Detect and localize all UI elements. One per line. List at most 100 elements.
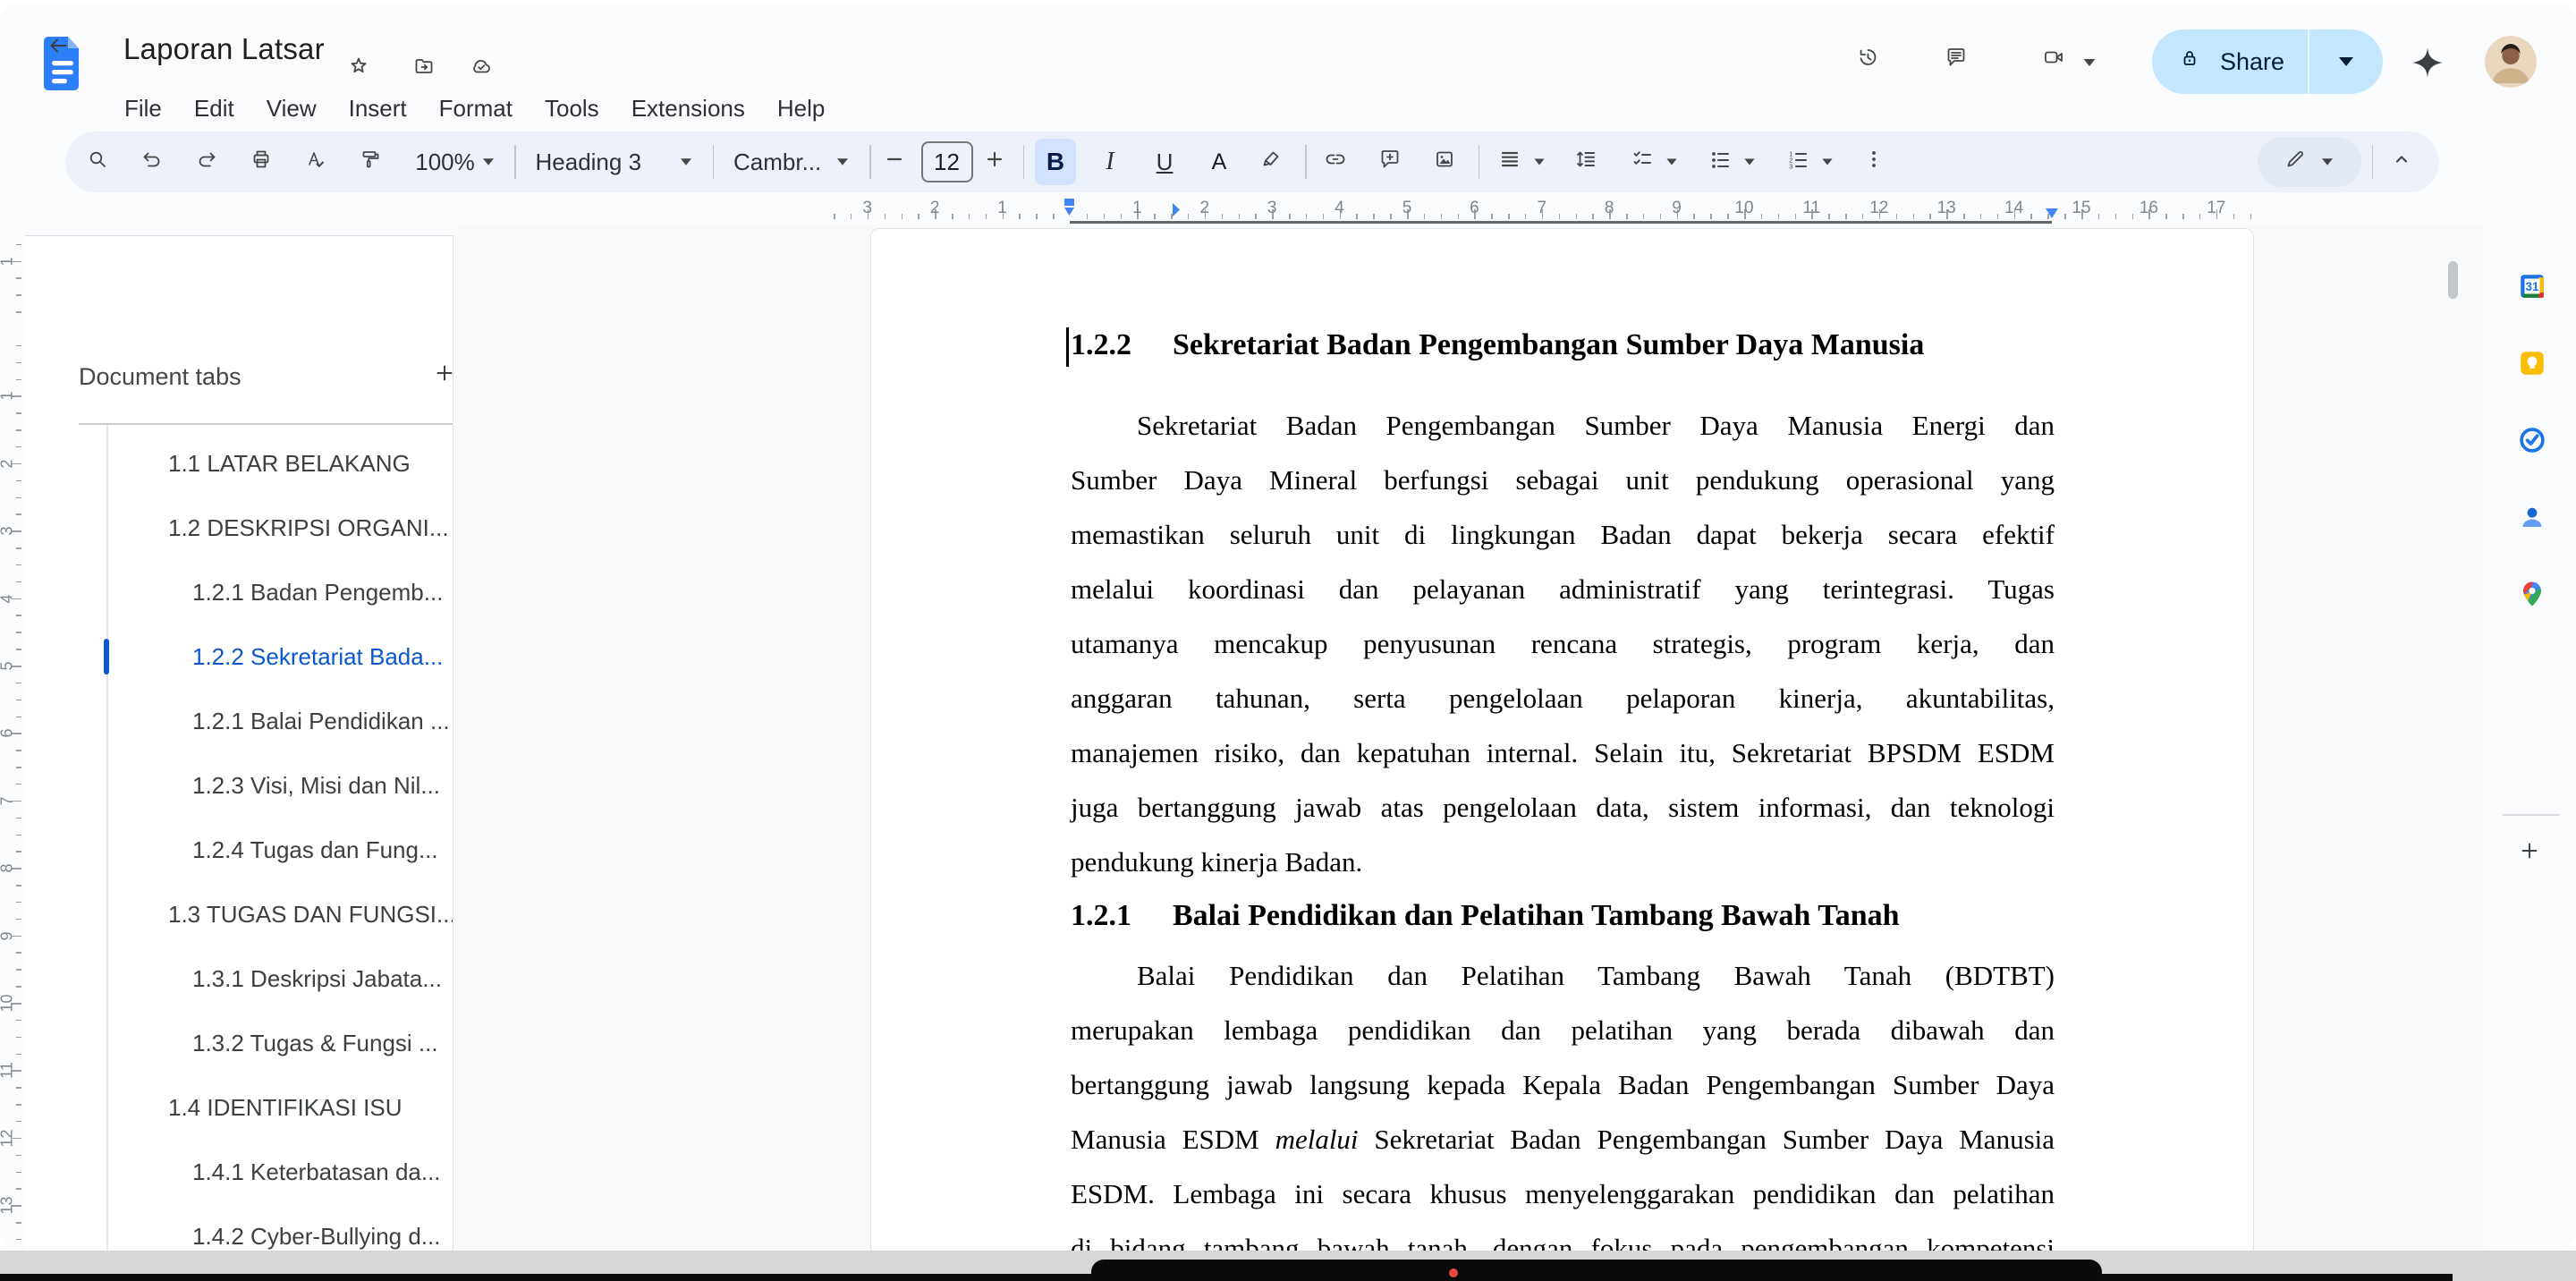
tab-item-label: 1.2.1 Badan Pengemb...: [25, 579, 443, 607]
star-icon[interactable]: [344, 52, 378, 86]
app-window: Laporan Latsar FileEdit View Insert Format T…: [0, 5, 2576, 1251]
bulleted-list-button[interactable]: [1700, 139, 1765, 185]
side-panel-divider: [2503, 814, 2560, 816]
tab-item-label: 1.2.2 Sekretariat Bada...: [25, 643, 443, 671]
spell-check-button[interactable]: [298, 139, 339, 185]
tab-item[interactable]: 1.2.4 Tugas dan Fung...: [25, 818, 453, 882]
decrease-font-size-button[interactable]: [882, 139, 912, 185]
document-title[interactable]: Laporan Latsar: [123, 32, 325, 66]
tab-item[interactable]: 1.3.2 Tugas & Fungsi ...: [25, 1011, 453, 1075]
right-indent-marker[interactable]: [2046, 207, 2058, 223]
tab-item[interactable]: 1.1 LATAR BELAKANG: [25, 431, 453, 496]
font-size-input[interactable]: 12: [921, 141, 973, 182]
text-color-button[interactable]: A: [1199, 139, 1240, 185]
meet-dropdown-caret[interactable]: [2084, 59, 2096, 66]
tab-item[interactable]: 1.3.1 Deskripsi Jabata...: [25, 946, 453, 1011]
hide-menus-button[interactable]: [2384, 139, 2425, 185]
italic-button[interactable]: I: [1089, 139, 1131, 185]
line-spacing-button[interactable]: [1568, 139, 1609, 185]
menu-view[interactable]: View: [255, 91, 328, 126]
menu-file[interactable]: File: [113, 91, 174, 126]
share-main[interactable]: Share: [2152, 30, 2308, 94]
redo-button[interactable]: [189, 139, 230, 185]
tab-item[interactable]: 1.4 IDENTIFIKASI ISU: [25, 1075, 453, 1140]
text-cursor: [1066, 327, 1069, 367]
paragraph-style-select[interactable]: Heading 3: [527, 139, 702, 185]
tabs-panel-title: Document tabs: [79, 363, 242, 391]
checklist-button[interactable]: [1623, 139, 1687, 185]
highlight-color-button[interactable]: [1253, 139, 1294, 185]
share-label: Share: [2220, 48, 2284, 76]
document-page[interactable]: 1.2.2Sekretariat Badan Pengembangan Sumb…: [870, 228, 2254, 1251]
svg-text:31: 31: [2526, 280, 2539, 293]
keep-icon[interactable]: [2517, 348, 2547, 378]
doc-line: pendukung kinerja Badan.: [1071, 835, 2055, 889]
active-tab-indicator: [104, 639, 109, 674]
tab-item[interactable]: 1.2.1 Balai Pendidikan ...: [25, 689, 453, 753]
tab-item-label: 1.2 DESKRIPSI ORGANI...: [25, 514, 449, 542]
tab-item[interactable]: 1.4.2 Cyber-Bullying d...: [25, 1204, 453, 1251]
insert-link-button[interactable]: [1318, 139, 1359, 185]
maps-icon[interactable]: [2517, 579, 2547, 609]
bold-button[interactable]: B: [1035, 139, 1076, 185]
font-family-select[interactable]: Cambr...: [724, 139, 859, 185]
search-menus-button[interactable]: [80, 139, 121, 185]
toolbar-divider: [869, 145, 871, 179]
menu-extensions[interactable]: Extensions: [620, 91, 757, 126]
tab-item-label: 1.2.4 Tugas dan Fung...: [25, 836, 438, 864]
tabs-list: 1.1 LATAR BELAKANG 1.2 DESKRIPSI ORGANI..…: [25, 431, 453, 1251]
document-canvas: 1.2.2Sekretariat Badan Pengembangan Sumb…: [453, 225, 2485, 1251]
zoom-value: 100%: [415, 148, 475, 176]
editing-mode-button[interactable]: [2258, 137, 2361, 187]
menu-edit[interactable]: Edit: [182, 91, 246, 126]
back-arrow-button[interactable]: [45, 32, 84, 72]
paint-format-button[interactable]: [352, 139, 394, 185]
tab-item[interactable]: 1.2.1 Badan Pengemb...: [25, 560, 453, 624]
insert-image-button[interactable]: [1427, 139, 1468, 185]
toolbar-divider: [1023, 145, 1025, 179]
gemini-sparkle-icon[interactable]: [2404, 39, 2451, 86]
tab-item[interactable]: 1.4.1 Keterbatasan da...: [25, 1140, 453, 1204]
more-options-button[interactable]: [1856, 139, 1897, 185]
tab-item[interactable]: 1.2.3 Visi, Misi dan Nil...: [25, 753, 453, 818]
toolbar: 100% Heading 3 Cambr... 12 B I U A: [65, 131, 2439, 192]
align-button[interactable]: [1490, 139, 1555, 185]
move-folder-icon[interactable]: [410, 52, 444, 86]
left-indent-marker[interactable]: [1063, 199, 1075, 223]
menu-tools[interactable]: Tools: [533, 91, 611, 126]
calendar-icon[interactable]: 31: [2517, 271, 2547, 301]
print-button[interactable]: [243, 139, 284, 185]
get-add-ons-icon[interactable]: [2517, 838, 2547, 869]
tab-item[interactable]: 1.3 TUGAS DAN FUNGSI...: [25, 882, 453, 946]
doc-line: bertanggung jawab langsung kepada Kepala…: [1071, 1057, 2055, 1112]
tab-item[interactable]: 1.2 DESKRIPSI ORGANI...: [25, 496, 453, 560]
doc-line: Sumber Daya Mineral berfungsi sebagai un…: [1071, 453, 2055, 507]
tab-item-label: 1.4.1 Keterbatasan da...: [25, 1158, 441, 1186]
cloud-saved-icon[interactable]: [467, 52, 501, 86]
add-tab-button[interactable]: [429, 358, 453, 394]
user-avatar[interactable]: [2485, 36, 2537, 88]
menu-format[interactable]: Format: [428, 91, 524, 126]
menu-insert[interactable]: Insert: [337, 91, 419, 126]
numbered-list-button[interactable]: 123: [1778, 139, 1843, 185]
tab-item-label: 1.3.2 Tugas & Fungsi ...: [25, 1030, 438, 1057]
increase-font-size-button[interactable]: [982, 139, 1013, 185]
vertical-scrollbar[interactable]: [2448, 261, 2458, 299]
first-line-indent-marker[interactable]: [1172, 203, 1181, 221]
add-comment-button[interactable]: [1372, 139, 1413, 185]
meet-video-call-icon[interactable]: [2032, 39, 2107, 86]
underline-button[interactable]: U: [1144, 139, 1185, 185]
undo-button[interactable]: [134, 139, 175, 185]
zoom-select[interactable]: 100%: [407, 139, 504, 185]
share-button[interactable]: Share: [2152, 30, 2383, 94]
doc-heading: 1.2.1Balai Pendidikan dan Pelatihan Tamb…: [1071, 895, 2055, 937]
comments-icon[interactable]: [1938, 39, 1985, 86]
contacts-icon[interactable]: [2517, 502, 2547, 532]
version-history-icon[interactable]: [1850, 39, 1896, 86]
dock-bar: [1091, 1260, 2102, 1281]
share-dropdown-caret[interactable]: [2309, 30, 2383, 94]
doc-line: utamanya mencakup penyusunan rencana str…: [1071, 616, 2055, 671]
tab-item-active[interactable]: 1.2.2 Sekretariat Bada...: [25, 624, 453, 689]
tasks-icon[interactable]: [2517, 425, 2547, 455]
menu-help[interactable]: Help: [766, 91, 836, 126]
